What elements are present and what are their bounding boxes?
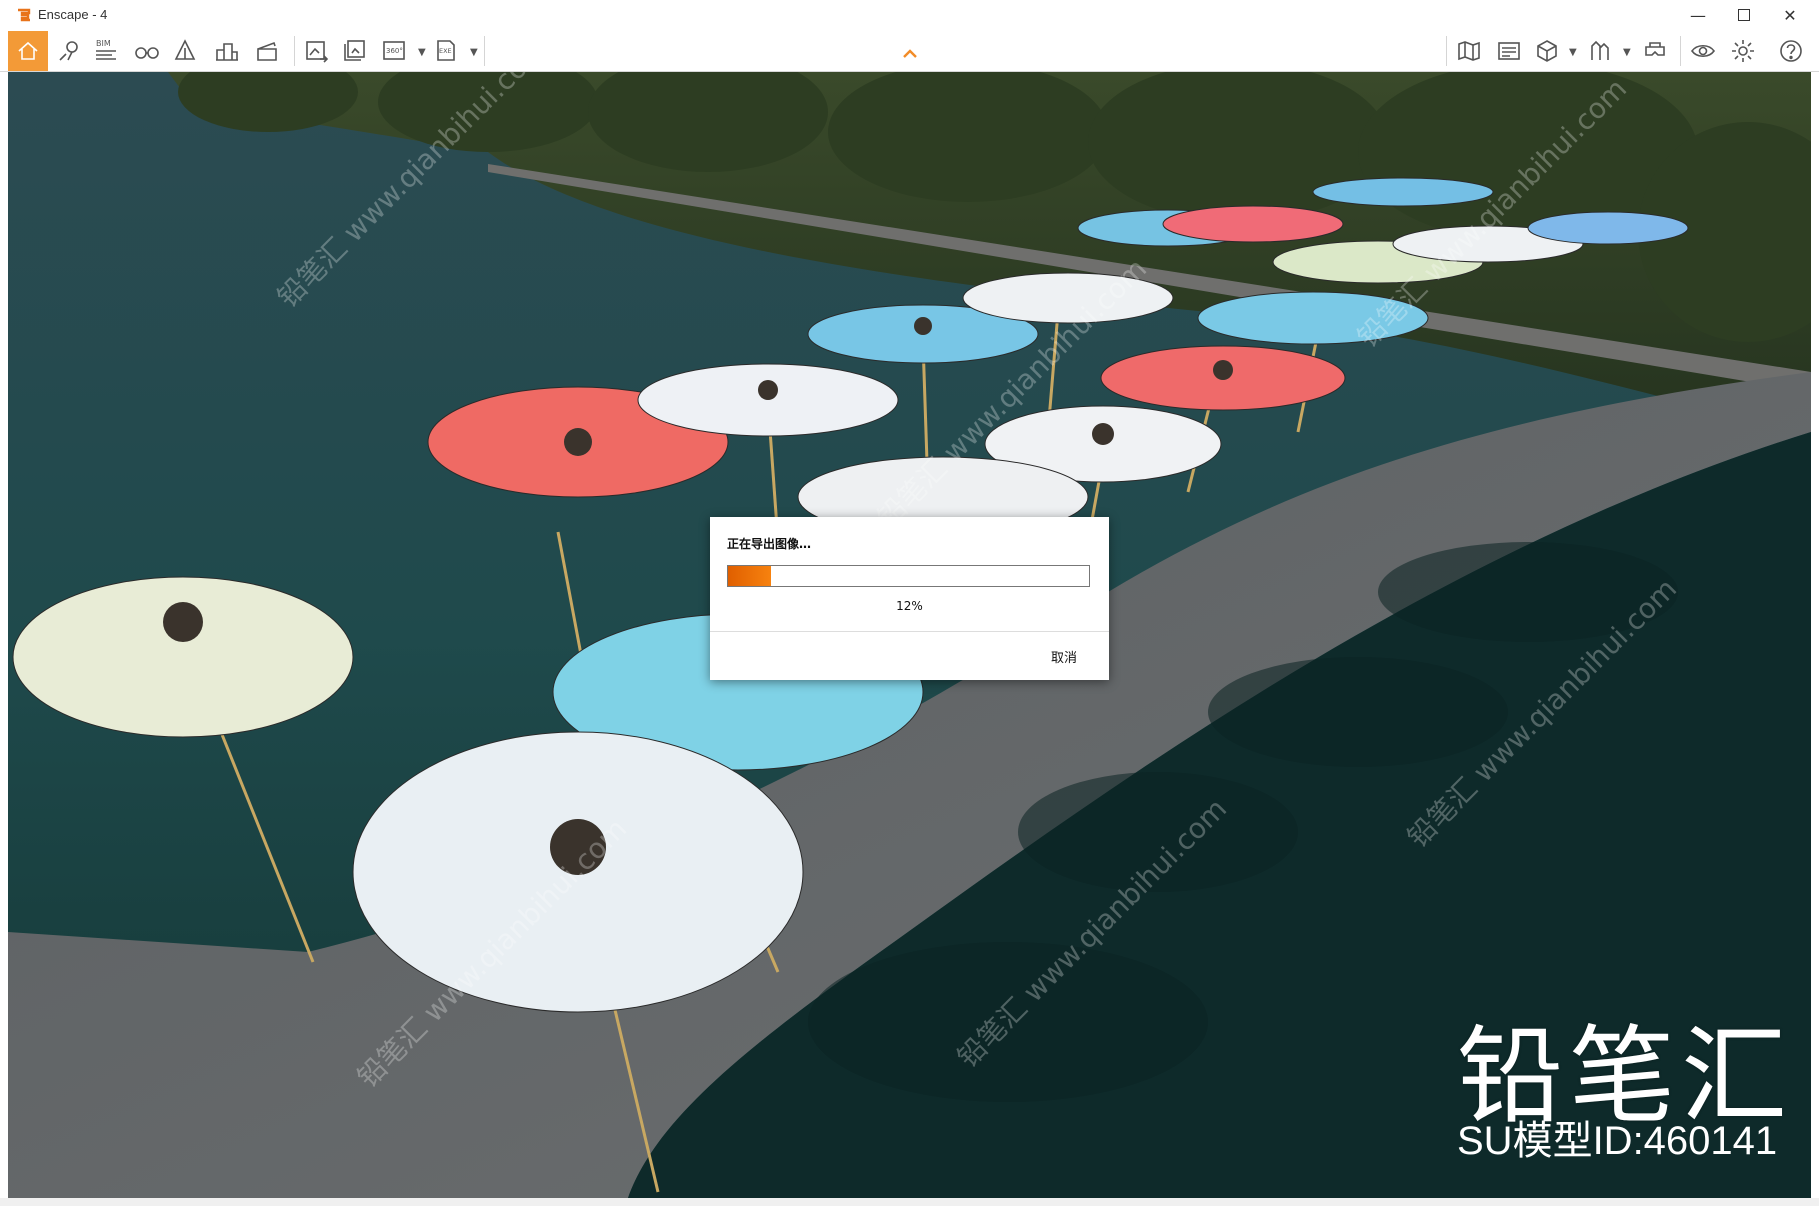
annotations-dropdown-icon[interactable]: ▼ [1623, 47, 1631, 58]
views-button[interactable] [130, 34, 164, 68]
export-progress-dialog: 正在导出图像… 12% 取消 [710, 517, 1109, 680]
maximize-icon [1738, 9, 1750, 21]
cube-icon [1537, 40, 1557, 62]
window-bottom-border [0, 1198, 1819, 1206]
map-pin-icon [59, 41, 78, 61]
dialog-divider [710, 631, 1109, 632]
minimize-button[interactable]: — [1675, 0, 1721, 30]
help-icon [1780, 40, 1802, 62]
batch-render-icon [344, 40, 365, 61]
collaborative-annotations-button[interactable] [1584, 34, 1618, 68]
close-button[interactable]: ✕ [1767, 0, 1813, 30]
minimap-button[interactable] [1452, 34, 1486, 68]
close-icon: ✕ [1783, 5, 1797, 25]
cancel-button[interactable]: 取消 [1051, 647, 1077, 666]
material-editor-button[interactable] [1492, 34, 1526, 68]
toolbar-separator [1446, 36, 1447, 66]
home-icon [18, 41, 38, 60]
window-title: Enscape - 4 [38, 7, 108, 22]
video-editor-button[interactable] [250, 34, 284, 68]
bim-button[interactable]: BIM [90, 34, 124, 68]
view-mode-button[interactable] [1530, 34, 1564, 68]
title-bar: Enscape - 4 — ✕ [0, 0, 1819, 31]
toolbar-separator [294, 36, 295, 66]
site-context-button[interactable] [210, 34, 244, 68]
annotation-icon [1591, 40, 1609, 60]
exe-label: EXE [439, 47, 452, 55]
enscape-logo-icon [18, 8, 31, 22]
visual-settings-button[interactable] [1686, 34, 1720, 68]
export-progress-bar [727, 565, 1090, 587]
panorama-label: 360° [386, 47, 403, 55]
bim-icon: BIM [96, 39, 116, 60]
export-exe-icon: EXE [437, 40, 455, 61]
material-panel-icon [1498, 42, 1520, 60]
collapse-toolbar-icon[interactable] [900, 46, 920, 62]
vr-headset-icon [1645, 42, 1665, 56]
home-button[interactable] [8, 31, 48, 71]
export-dropdown-icon[interactable]: ▼ [470, 47, 478, 58]
model-id-watermark: SU模型ID:460141 [1457, 1119, 1778, 1163]
toolbar-separator [1680, 36, 1681, 66]
location-button[interactable] [52, 34, 86, 68]
progress-percent: 12% [896, 599, 923, 613]
toolbar-separator [484, 36, 485, 66]
buildings-icon [216, 43, 238, 61]
binoculars-icon [135, 47, 159, 59]
eye-icon [1691, 44, 1715, 58]
render-image-icon [306, 41, 329, 63]
view-mode-dropdown-icon[interactable]: ▼ [1569, 47, 1577, 58]
panorama-dropdown-icon[interactable]: ▼ [418, 47, 426, 58]
panorama-button[interactable]: 360° [378, 34, 412, 68]
export-exe-button[interactable]: EXE [430, 34, 464, 68]
minimize-icon: — [1690, 5, 1706, 25]
general-settings-button[interactable] [1726, 34, 1760, 68]
dialog-title: 正在导出图像… [727, 537, 812, 551]
help-button[interactable] [1774, 34, 1808, 68]
panorama-icon: 360° [383, 41, 405, 60]
bim-label: BIM [96, 39, 111, 48]
vr-headset-button[interactable] [1638, 34, 1672, 68]
asset-library-icon [174, 39, 196, 60]
render-image-button[interactable] [300, 34, 334, 68]
progress-fill [728, 566, 772, 586]
map-icon [1458, 41, 1480, 61]
asset-library-button[interactable] [168, 34, 202, 68]
clapperboard-icon [257, 41, 277, 61]
gear-icon [1732, 40, 1754, 62]
batch-render-button[interactable] [338, 34, 372, 68]
maximize-button[interactable] [1721, 0, 1767, 30]
